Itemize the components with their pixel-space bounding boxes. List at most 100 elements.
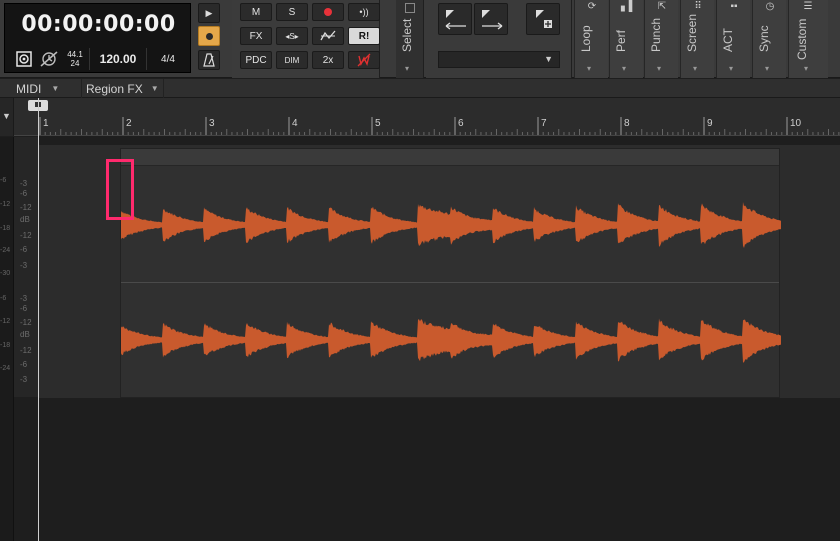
- db-scale-label: -6: [20, 304, 28, 313]
- db-scale-label: -3: [20, 375, 28, 384]
- db-scale-label: -12: [20, 346, 32, 355]
- record-mode-button[interactable]: [198, 26, 220, 46]
- double-speed-button[interactable]: 2x: [312, 51, 344, 69]
- gutter-db-label: -24: [0, 247, 11, 254]
- db-scale-label: -12: [20, 231, 32, 240]
- menu-region-fx[interactable]: Region FX ▼: [82, 79, 164, 98]
- sample-rate-value: 44.1: [67, 50, 83, 59]
- ruler-bar-label: 3: [209, 118, 215, 129]
- control-bar: 00:00:00:00 44.1 24 120.00 4/4 ▶ M S •))…: [0, 0, 840, 78]
- ruler-expand-button[interactable]: ▼: [0, 98, 14, 136]
- gutter-db-label: -18: [0, 342, 11, 349]
- tab-act-label: ACT: [721, 28, 735, 52]
- ruler-bar-label: 9: [707, 118, 713, 129]
- tab-sync[interactable]: ◷ Sync ▾: [752, 0, 786, 78]
- fx-button[interactable]: FX: [240, 27, 272, 45]
- tab-punch[interactable]: ⇱ Punch ▾: [644, 0, 678, 78]
- now-time-line: [38, 98, 39, 541]
- menu-midi-label: MIDI: [16, 81, 42, 96]
- tab-custom[interactable]: ☰ Custom ▾: [788, 0, 828, 78]
- ruler-bar-label: 6: [458, 118, 464, 129]
- audio-waveform: [121, 202, 781, 363]
- pdc-button[interactable]: PDC: [240, 51, 272, 69]
- ruler-bar-label: 7: [541, 118, 547, 129]
- tab-perf[interactable]: ▖▌ Perf ▾: [609, 0, 643, 78]
- tools-module: ▼: [426, 0, 572, 78]
- tab-loop-label: Loop: [579, 25, 593, 52]
- tab-select[interactable]: Select ▾: [396, 0, 424, 78]
- menu-midi[interactable]: MIDI ▼: [0, 79, 82, 98]
- db-scale-label: -3: [20, 261, 28, 270]
- gutter-db-label: -12: [0, 318, 11, 325]
- snap-resolution-dropdown[interactable]: ▼: [438, 51, 560, 68]
- interleave-button[interactable]: ◂S▸: [276, 27, 308, 45]
- ruler-bar-label: 2: [126, 118, 132, 129]
- tab-screen[interactable]: ⠿ Screen ▾: [680, 0, 714, 78]
- nudge-right-icon: [482, 10, 503, 30]
- waveform-channel: [121, 202, 781, 248]
- nudge-right-button[interactable]: [474, 3, 508, 35]
- db-scale-label: dB: [20, 330, 30, 339]
- audio-clip[interactable]: [120, 148, 781, 398]
- metronome-button[interactable]: [198, 50, 220, 70]
- tab-sync-label: Sync: [757, 25, 771, 52]
- write-automation-off-button[interactable]: [348, 51, 380, 69]
- solo-button[interactable]: S: [276, 3, 308, 21]
- ruler-bar-label: 8: [624, 118, 630, 129]
- tab-act[interactable]: ▪▪ ACT ▾: [716, 0, 750, 78]
- record-arm-button[interactable]: [312, 3, 344, 21]
- chevron-down-icon: ▾: [804, 64, 809, 73]
- nudge-left-icon: [445, 10, 466, 30]
- ruler-bar-label: 4: [292, 118, 298, 129]
- meter-field[interactable]: 4/4: [148, 48, 188, 70]
- tab-custom-label: Custom: [795, 18, 809, 60]
- timeline-ruler[interactable]: ▼ 1 2 3 4 5 6 7 8 9 10: [0, 98, 840, 136]
- db-scale-label: -3: [20, 294, 28, 303]
- record-dot-icon: [324, 8, 332, 16]
- automation-button[interactable]: [312, 27, 344, 45]
- chevron-down-icon: ▾: [765, 64, 770, 73]
- ruler-bar-label: 1: [43, 118, 49, 129]
- chevron-down-icon: ▼: [544, 54, 553, 64]
- play-button[interactable]: ▶: [198, 3, 220, 23]
- snap-grid-icon: [536, 10, 552, 28]
- play-icon: ▶: [205, 7, 213, 18]
- input-echo-button[interactable]: •)): [348, 3, 380, 21]
- sample-rate-display: 44.1 24: [63, 48, 87, 70]
- db-scale-label: -3: [20, 179, 28, 188]
- tab-screen-label: Screen: [685, 13, 699, 52]
- tab-punch-label: Punch: [649, 17, 663, 52]
- metronome-icon: [203, 53, 215, 67]
- gutter-db-label: -18: [0, 225, 11, 232]
- sync-icon[interactable]: [15, 48, 33, 70]
- ruler-ticks: [39, 117, 840, 135]
- read-automation-button[interactable]: R!: [348, 27, 380, 45]
- chevron-down-icon: ▾: [622, 64, 627, 73]
- time-value: 00:00:00:00: [21, 12, 176, 37]
- automation-icon: [320, 30, 336, 41]
- mute-button[interactable]: M: [240, 3, 272, 21]
- external-sync-off-icon[interactable]: [38, 48, 60, 70]
- tab-perf-label: Perf: [614, 29, 628, 52]
- chevron-down-icon: ▾: [587, 64, 592, 73]
- chevron-down-icon: ▾: [693, 64, 698, 73]
- waveform-db-scale: -3 -6 -12 dB -12 -6 -3 -3 -6 -12 dB -12 -6 -3: [14, 137, 38, 397]
- chevron-down-icon: ▾: [657, 64, 662, 73]
- menu-region-fx-label: Region FX: [86, 81, 143, 96]
- track-gutter: -6 -12 -18 -24 -30 -6 -12 -18 -24: [0, 137, 14, 541]
- ruler-bar-label: 10: [790, 118, 802, 129]
- time-display[interactable]: 00:00:00:00 44.1 24 120.00 4/4: [4, 3, 191, 73]
- db-scale-label: -12: [20, 203, 32, 212]
- gutter-db-label: -6: [0, 177, 7, 184]
- nudge-left-button[interactable]: [438, 3, 472, 35]
- ruler-bar-label: 5: [375, 118, 381, 129]
- chevron-down-icon: ▼: [51, 84, 60, 93]
- dim-button[interactable]: DIM: [276, 51, 308, 69]
- tempo-field[interactable]: 120.00: [89, 48, 147, 70]
- snap-to-grid-button[interactable]: [526, 3, 560, 35]
- tab-loop[interactable]: ⟳ Loop ▾: [574, 0, 608, 78]
- interleave-icon: ◂S▸: [285, 31, 299, 41]
- gutter-db-label: -30: [0, 270, 11, 277]
- db-scale-label: dB: [20, 215, 30, 224]
- gutter-db-label: -6: [0, 295, 7, 302]
